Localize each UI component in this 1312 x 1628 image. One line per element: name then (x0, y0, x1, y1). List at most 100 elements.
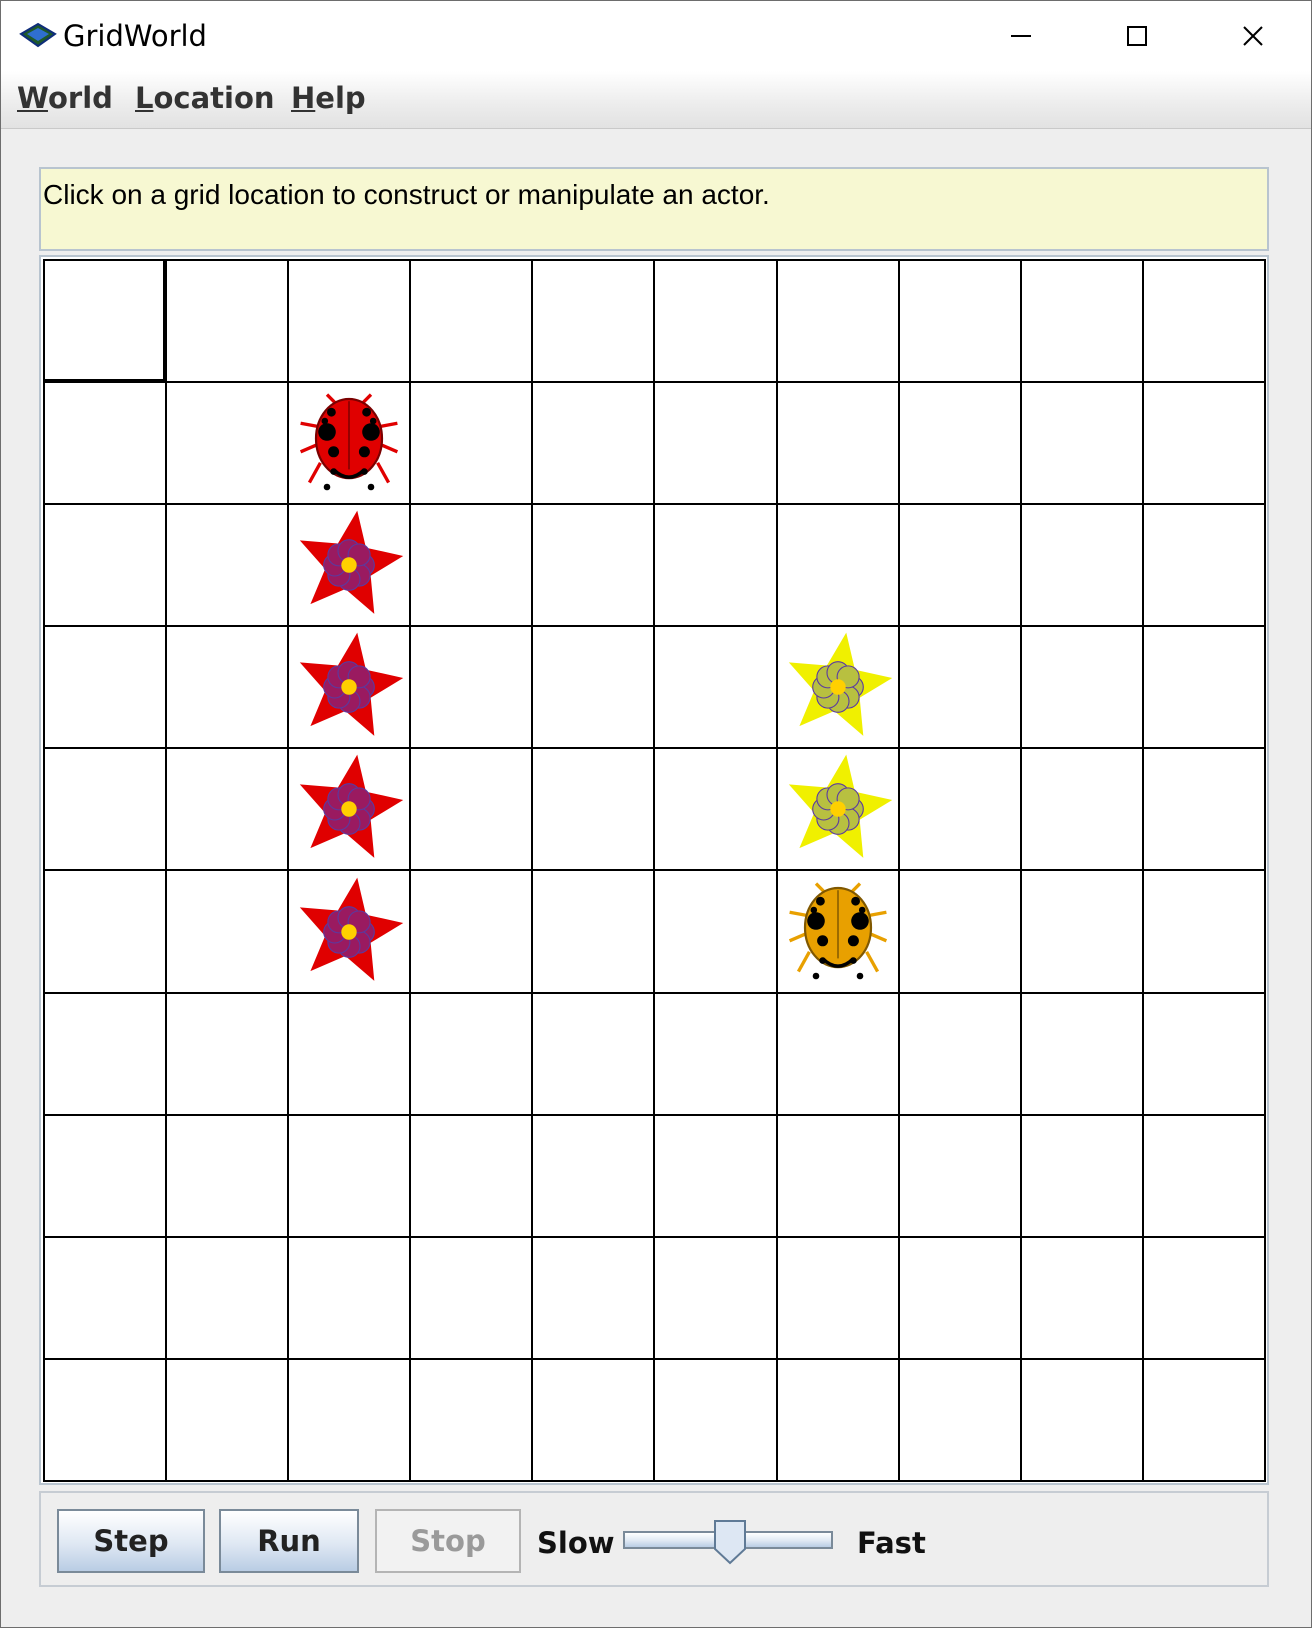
grid-cell-r0-c4[interactable] (531, 259, 654, 382)
grid-cell-r0-c8[interactable] (1019, 259, 1142, 382)
grid-cell-r9-c0[interactable] (43, 1357, 166, 1480)
grid-cell-r1-c9[interactable] (1141, 381, 1264, 504)
stop-button[interactable]: Stop (375, 1509, 521, 1573)
grid-cell-r7-c6[interactable] (775, 1113, 898, 1236)
menu-world[interactable]: World (17, 81, 113, 115)
grid-cell-r2-c7[interactable] (897, 503, 1020, 626)
grid-cell-r9-c5[interactable] (653, 1357, 776, 1480)
grid-cell-r3-c2[interactable] (287, 625, 410, 748)
grid-cell-r4-c4[interactable] (531, 747, 654, 870)
close-button[interactable] (1195, 1, 1311, 71)
grid-cell-r9-c4[interactable] (531, 1357, 654, 1480)
grid-cell-r1-c2[interactable] (287, 381, 410, 504)
grid-cell-r8-c4[interactable] (531, 1235, 654, 1358)
grid-cell-r9-c7[interactable] (897, 1357, 1020, 1480)
maximize-button[interactable] (1079, 1, 1195, 71)
grid-cell-r6-c3[interactable] (409, 991, 532, 1114)
grid-cell-r1-c6[interactable] (775, 381, 898, 504)
grid-cell-r3-c4[interactable] (531, 625, 654, 748)
grid-cell-r0-c1[interactable] (165, 259, 288, 382)
minimize-button[interactable] (963, 1, 1079, 71)
grid-cell-r1-c0[interactable] (43, 381, 166, 504)
grid-cell-r2-c5[interactable] (653, 503, 776, 626)
grid-cell-r5-c8[interactable] (1019, 869, 1142, 992)
grid-cell-r1-c3[interactable] (409, 381, 532, 504)
grid-cell-r5-c7[interactable] (897, 869, 1020, 992)
menu-location[interactable]: Location (135, 81, 275, 115)
grid-cell-r0-c9[interactable] (1141, 259, 1264, 382)
grid-cell-r3-c9[interactable] (1141, 625, 1264, 748)
grid-cell-r2-c0[interactable] (43, 503, 166, 626)
grid-cell-r3-c3[interactable] (409, 625, 532, 748)
grid-cell-r5-c5[interactable] (653, 869, 776, 992)
grid-cell-r7-c7[interactable] (897, 1113, 1020, 1236)
grid-cell-r6-c9[interactable] (1141, 991, 1264, 1114)
grid-cell-r3-c6[interactable] (775, 625, 898, 748)
grid-cell-r4-c0[interactable] (43, 747, 166, 870)
grid-cell-r4-c9[interactable] (1141, 747, 1264, 870)
grid-cell-r8-c3[interactable] (409, 1235, 532, 1358)
speed-slider-thumb[interactable] (713, 1519, 747, 1565)
grid-cell-r4-c3[interactable] (409, 747, 532, 870)
grid-cell-r3-c8[interactable] (1019, 625, 1142, 748)
grid-cell-r5-c6[interactable] (775, 869, 898, 992)
grid-cell-r5-c9[interactable] (1141, 869, 1264, 992)
grid-cell-r7-c4[interactable] (531, 1113, 654, 1236)
grid-cell-r3-c7[interactable] (897, 625, 1020, 748)
grid-cell-r6-c6[interactable] (775, 991, 898, 1114)
grid-cell-r9-c3[interactable] (409, 1357, 532, 1480)
grid-cell-r4-c2[interactable] (287, 747, 410, 870)
grid-cell-r1-c5[interactable] (653, 381, 776, 504)
grid-cell-r9-c9[interactable] (1141, 1357, 1264, 1480)
grid-cell-r2-c1[interactable] (165, 503, 288, 626)
grid-cell-r6-c5[interactable] (653, 991, 776, 1114)
grid-cell-r4-c8[interactable] (1019, 747, 1142, 870)
grid-cell-r8-c9[interactable] (1141, 1235, 1264, 1358)
grid-cell-r8-c8[interactable] (1019, 1235, 1142, 1358)
grid-cell-r6-c7[interactable] (897, 991, 1020, 1114)
grid-cell-r8-c6[interactable] (775, 1235, 898, 1358)
grid-cell-r0-c2[interactable] (287, 259, 410, 382)
run-button[interactable]: Run (219, 1509, 359, 1573)
grid-cell-r9-c1[interactable] (165, 1357, 288, 1480)
grid-cell-r2-c9[interactable] (1141, 503, 1264, 626)
grid-cell-r6-c0[interactable] (43, 991, 166, 1114)
grid-cell-r0-c5[interactable] (653, 259, 776, 382)
grid-cell-r8-c2[interactable] (287, 1235, 410, 1358)
grid-cell-r9-c6[interactable] (775, 1357, 898, 1480)
grid-cell-r4-c1[interactable] (165, 747, 288, 870)
grid-cell-r5-c2[interactable] (287, 869, 410, 992)
grid-cell-r6-c2[interactable] (287, 991, 410, 1114)
grid-cell-r8-c7[interactable] (897, 1235, 1020, 1358)
grid-cell-r8-c0[interactable] (43, 1235, 166, 1358)
grid-cell-r7-c3[interactable] (409, 1113, 532, 1236)
grid-cell-r5-c3[interactable] (409, 869, 532, 992)
grid-cell-r5-c4[interactable] (531, 869, 654, 992)
grid-cell-r1-c1[interactable] (165, 381, 288, 504)
grid-cell-r0-c7[interactable] (897, 259, 1020, 382)
step-button[interactable]: Step (57, 1509, 205, 1573)
grid-cell-r5-c0[interactable] (43, 869, 166, 992)
grid-cell-r4-c6[interactable] (775, 747, 898, 870)
grid-cell-r7-c5[interactable] (653, 1113, 776, 1236)
grid-cell-r7-c8[interactable] (1019, 1113, 1142, 1236)
grid-cell-r3-c1[interactable] (165, 625, 288, 748)
grid-cell-r7-c9[interactable] (1141, 1113, 1264, 1236)
grid-cell-r7-c1[interactable] (165, 1113, 288, 1236)
grid-cell-r0-c6[interactable] (775, 259, 898, 382)
grid-cell-r6-c8[interactable] (1019, 991, 1142, 1114)
grid-cell-r1-c4[interactable] (531, 381, 654, 504)
grid-cell-r6-c1[interactable] (165, 991, 288, 1114)
grid-cell-r2-c3[interactable] (409, 503, 532, 626)
grid-cell-r9-c2[interactable] (287, 1357, 410, 1480)
grid-cell-r1-c7[interactable] (897, 381, 1020, 504)
grid-cell-r4-c7[interactable] (897, 747, 1020, 870)
grid-cell-r6-c4[interactable] (531, 991, 654, 1114)
grid-cell-r9-c8[interactable] (1019, 1357, 1142, 1480)
speed-slider[interactable] (623, 1519, 833, 1565)
grid-cell-r0-c0[interactable] (43, 259, 166, 382)
grid-cell-r7-c0[interactable] (43, 1113, 166, 1236)
grid-cell-r0-c3[interactable] (409, 259, 532, 382)
grid-cell-r1-c8[interactable] (1019, 381, 1142, 504)
grid-cell-r3-c0[interactable] (43, 625, 166, 748)
